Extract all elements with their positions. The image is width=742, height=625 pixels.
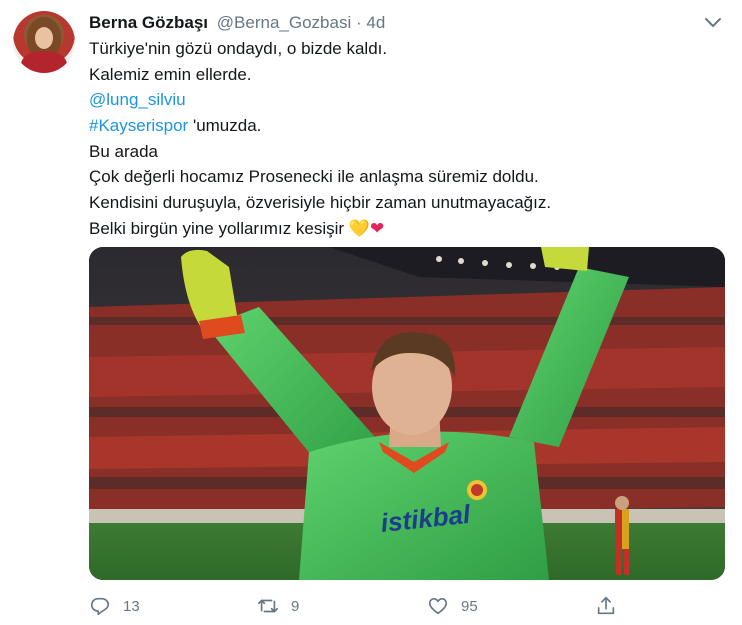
hashtag-link[interactable]: #Kayserispor [89,116,188,135]
yellow-heart-emoji: 💛 [348,218,370,238]
heart-icon [428,598,448,615]
reply-icon [90,597,110,616]
separator-dot: · [355,13,362,32]
goalkeeper-photo: istikbal [89,247,725,580]
retweet-icon [258,599,278,613]
tweet-line-rest: 'umuzda. [188,116,262,136]
reply-count: 13 [123,597,140,615]
retweet-button[interactable]: 9 [257,592,299,620]
user-handle[interactable]: @Berna_Gozbasi [217,13,351,32]
mention-link[interactable]: @lung_silviu [89,87,551,113]
display-name[interactable]: Berna Gözbaşı [89,13,208,32]
tweet-line: Belki birgün yine yollarımız kesişir 💛❤ [89,216,551,242]
share-button[interactable] [595,592,617,620]
tweet-line-text: Belki birgün yine yollarımız kesişir [89,218,349,238]
tweet-actions: 13 9 95 [89,592,629,620]
share-icon [597,596,615,615]
like-button[interactable]: 95 [427,592,478,620]
tweet-timestamp[interactable]: 4d [366,13,385,32]
avatar[interactable] [13,11,75,73]
tweet-line: Çok değerli hocamız Prosenecki ile anlaş… [89,167,539,187]
tweet-line: Türkiye'nin gözü ondaydı, o bizde kaldı. [89,39,388,58]
like-count: 95 [461,597,478,615]
reply-button[interactable]: 13 [89,592,140,620]
chevron-down-icon[interactable] [702,14,724,30]
tweet-header: Berna Gözbaşı @Berna_Gozbasi · 4d [89,12,385,34]
retweet-count: 9 [291,597,300,615]
tweet-text: Türkiye'nin gözü ondaydı, o bizde kaldı.… [89,36,551,242]
red-heart-emoji: ❤ [369,218,385,238]
tweet-card[interactable]: Berna Gözbaşı @Berna_Gozbasi · 4d Türkiy… [0,0,742,625]
avatar-body [21,51,67,73]
tweet-line: Kalemiz emin ellerde. [89,64,252,84]
tweet-line: #Kayserispor 'umuzda. [89,113,551,139]
tweet-line: Bu arada [89,141,158,161]
avatar-face [35,27,53,49]
tweet-photo[interactable]: istikbal [89,247,725,580]
tweet-line: Kendisini duruşuyla, özverisiyle hiçbir … [89,193,552,213]
